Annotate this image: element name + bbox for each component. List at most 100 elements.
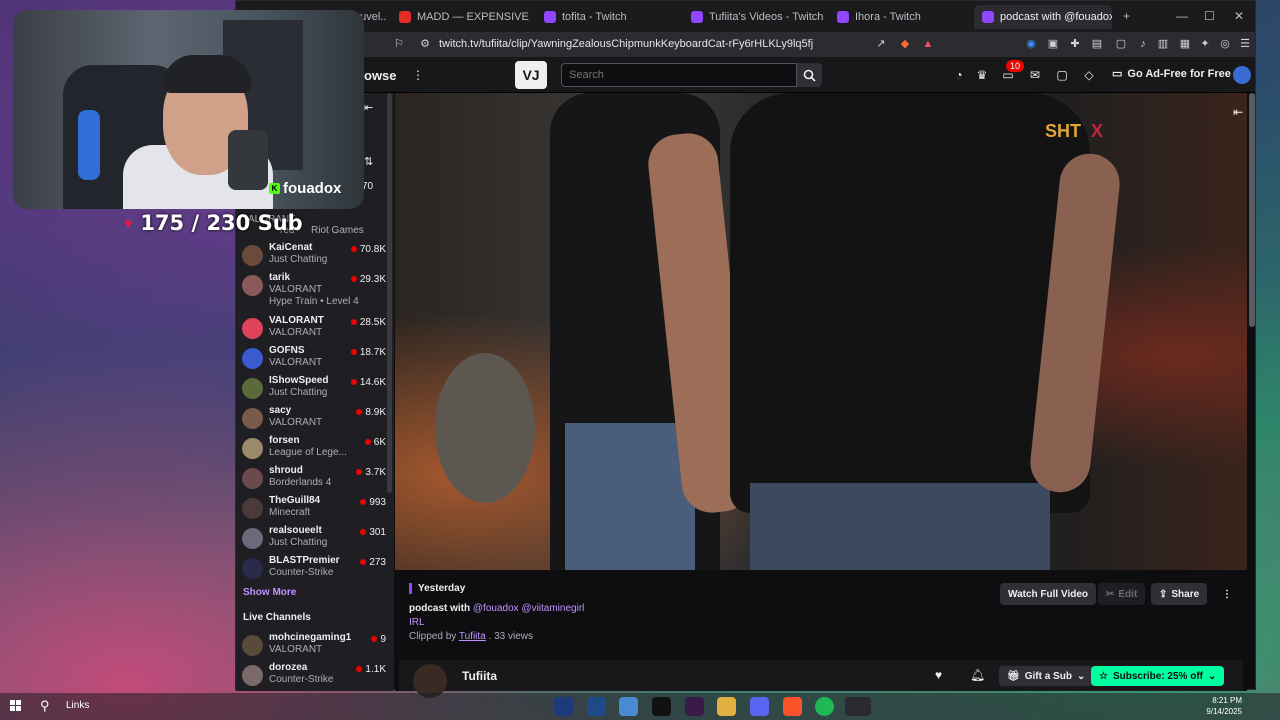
share-button[interactable]: ⇪ Share <box>1151 583 1208 605</box>
photoshop-app-icon[interactable] <box>587 697 606 716</box>
sidebar-channel-theguill84[interactable]: TheGuill84 Minecraft 993 <box>242 495 388 525</box>
logo[interactable]: VJ <box>515 61 547 89</box>
tab-4[interactable]: Ihora - Twitch <box>829 5 969 29</box>
notifications-badge: 10 <box>1006 60 1025 72</box>
ad-free-button[interactable]: ▭ Go Ad-Free for Free <box>1112 67 1231 81</box>
watch-full-video-button[interactable]: Watch Full Video <box>1000 583 1097 605</box>
show-more-link[interactable]: Show More <box>243 587 296 598</box>
webcam-overlay: K fouadox <box>13 10 364 209</box>
discord-app-icon[interactable] <box>750 697 769 716</box>
sort-icon[interactable]: ⇅ <box>364 155 373 168</box>
spotify-app-icon[interactable] <box>815 697 834 716</box>
tab-3[interactable]: Tufiita's Videos - Twitch <box>683 5 823 29</box>
sidebar-channel-ishowspeed[interactable]: IShowSpeed Just Chatting 14.6K <box>242 375 388 405</box>
bookmark-icon[interactable]: ⚐ <box>392 37 406 51</box>
site-info-icon[interactable]: ⚙ <box>418 37 432 51</box>
taskbar-links[interactable]: Links <box>66 700 89 711</box>
bits-icon[interactable]: ◇ <box>1081 67 1097 83</box>
sidebar-channel-gofns[interactable]: GOFNS VALORANT 18.7K <box>242 345 388 375</box>
channel-game: Just Chatting <box>269 387 328 398</box>
video-object <box>435 353 535 503</box>
windows-start-icon[interactable] <box>10 700 22 712</box>
viewer-count: 28.5K <box>351 317 386 328</box>
app-active-icon[interactable] <box>845 697 871 716</box>
maximize-icon[interactable]: ☐ <box>1204 9 1215 23</box>
heart-icon: ♥ <box>124 215 133 231</box>
tab-5-active[interactable]: podcast with @fouadox... ✕ <box>974 5 1112 29</box>
close-window-icon[interactable]: ✕ <box>1234 9 1244 23</box>
sidebar-channel-shroud[interactable]: shroud Borderlands 4 3.7K <box>242 465 388 495</box>
sidebar-channel-tarik[interactable]: tarik VALORANT 29.3K Hype Train • Level 4 <box>242 272 388 307</box>
vpn-icon[interactable]: ◎ <box>1218 37 1232 51</box>
sidebar-toggle-icon[interactable]: ▥ <box>1156 37 1170 51</box>
page-scrollbar[interactable] <box>1249 93 1255 691</box>
subscribe-button[interactable]: ☆ Subscribe: 25% off ⌄ <box>1091 666 1225 686</box>
rewards-icon[interactable]: ▲ <box>921 37 935 51</box>
expand-chat-icon[interactable]: ⇤ <box>1233 105 1243 119</box>
webcam-chair-accent <box>78 110 100 180</box>
follow-heart-icon[interactable]: ♥ <box>935 668 942 682</box>
file-explorer-icon[interactable] <box>717 697 736 716</box>
inbox-icon[interactable]: ✉ <box>1027 67 1043 83</box>
viewer-count: 3.7K <box>356 467 386 478</box>
extension-1-icon[interactable]: ◉ <box>1024 37 1038 51</box>
taskbar-search-icon[interactable]: ⚲ <box>40 698 50 714</box>
sidebar-channel-dorozea[interactable]: dorozea Counter-Strike 1.1K <box>242 662 388 692</box>
clip-mentions[interactable]: @fouadox @viitaminegirl <box>473 603 584 614</box>
tab-1[interactable]: MADD — EXPENSIVE (Official M... <box>391 5 531 29</box>
viewer-count: 993 <box>360 497 386 508</box>
app-icon[interactable] <box>619 697 638 716</box>
more-options-icon[interactable]: ⋮ <box>410 67 426 83</box>
premiere-app-icon[interactable] <box>554 697 573 716</box>
sidebar-channel-forsen[interactable]: forsen League of Lege... 6K <box>242 435 388 465</box>
webcam-mic <box>228 130 268 190</box>
extension-2-icon[interactable]: ▣ <box>1046 37 1060 51</box>
drops-icon[interactable]: ◔ <box>951 67 967 83</box>
twitch-icon <box>691 11 703 23</box>
extensions-icon[interactable]: ✚ <box>1068 37 1082 51</box>
sidebar-channel-sacy[interactable]: sacy VALORANT 8.9K <box>242 405 388 435</box>
taskbar-clock[interactable]: 8:21 PM 9/14/2025 <box>1202 695 1242 717</box>
edit-button[interactable]: ✂ Edit <box>1098 583 1146 605</box>
menu-icon[interactable]: ☰ <box>1238 37 1252 51</box>
ai-icon[interactable]: ✦ <box>1198 37 1212 51</box>
capcut-app-icon[interactable] <box>652 697 671 716</box>
extension-3-icon[interactable]: ▤ <box>1090 37 1104 51</box>
clipper-link[interactable]: Tufiita <box>459 631 486 642</box>
tab-label: Ihora - Twitch <box>855 11 921 23</box>
streamer-name[interactable]: Tufiita <box>462 669 497 683</box>
sidebar-channel-realsoueelt[interactable]: realsoueelt Just Chatting 301 <box>242 525 388 555</box>
share-page-icon[interactable]: ↗ <box>874 37 888 51</box>
sidebar-scrollbar[interactable] <box>387 93 392 691</box>
video-player[interactable]: SHT X ⇤ <box>395 93 1247 570</box>
brave-app-icon[interactable] <box>783 697 802 716</box>
search-button[interactable] <box>797 63 822 87</box>
sidebar-channel-kaicenat[interactable]: KaiCenat Just Chatting 70.8K <box>242 242 388 272</box>
channel-game: Counter-Strike <box>269 674 334 685</box>
collapse-sidebar-icon[interactable]: ⇤ <box>364 101 373 114</box>
browse-link[interactable]: owse <box>364 68 397 83</box>
more-actions-icon[interactable]: ⋮ <box>1220 583 1234 605</box>
sidebar-channel-blastpremier[interactable]: BLASTPremier Counter-Strike 273 <box>242 555 388 585</box>
search-input[interactable] <box>561 63 797 87</box>
notification-bell-icon[interactable]: 🔔︎ <box>970 668 985 682</box>
url-field[interactable]: twitch.tv/tufiita/clip/YawningZealousChi… <box>439 38 813 50</box>
extension-4-icon[interactable]: ▢ <box>1114 37 1128 51</box>
brave-shield-icon[interactable]: ◆ <box>898 37 912 51</box>
user-avatar[interactable] <box>1233 66 1251 84</box>
tab-bar: ouvel... MADD — EXPENSIVE (Official M...… <box>236 1 1255 32</box>
scissors-icon: ✂ <box>1106 588 1115 600</box>
channel-name: VALORANT <box>269 315 324 326</box>
minimize-icon[interactable]: — <box>1176 9 1188 23</box>
crown-icon[interactable]: ♛ <box>974 67 990 83</box>
tab-2[interactable]: tofita - Twitch <box>536 5 676 29</box>
new-tab-icon[interactable]: + <box>1123 9 1130 23</box>
wallet-icon[interactable]: ▦ <box>1178 37 1192 51</box>
clip-category[interactable]: IRL <box>409 617 425 628</box>
sidebar-channel-valorant[interactable]: VALORANT VALORANT 28.5K <box>242 315 388 345</box>
music-icon[interactable]: ♪ <box>1136 37 1150 51</box>
sidebar-channel-mohcinegaming1[interactable]: mohcinegaming1 VALORANT 9 <box>242 632 388 662</box>
app-icon[interactable] <box>685 697 704 716</box>
gift-sub-button[interactable]: 🎁︎ Gift a Sub ⌄ <box>999 666 1094 686</box>
whispers-icon[interactable]: ▢ <box>1054 67 1070 83</box>
